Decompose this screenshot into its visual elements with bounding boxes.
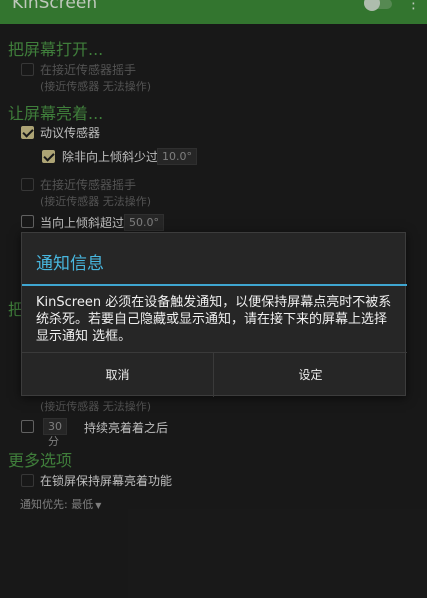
dialog-message: KinScreen 必须在设备触发通知，以便保持屏幕点亮时不被系统杀死。若要自己…	[36, 295, 392, 344]
settings-button[interactable]: 设定	[214, 353, 407, 397]
dialog-button-bar: 取消 设定	[22, 352, 407, 397]
cancel-button[interactable]: 取消	[22, 353, 214, 397]
dialog-title: 通知信息	[36, 254, 104, 274]
dialog-title-divider	[22, 284, 407, 286]
notification-info-dialog: 通知信息 KinScreen 必须在设备触发通知，以便保持屏幕点亮时不被系统杀死…	[21, 232, 407, 397]
